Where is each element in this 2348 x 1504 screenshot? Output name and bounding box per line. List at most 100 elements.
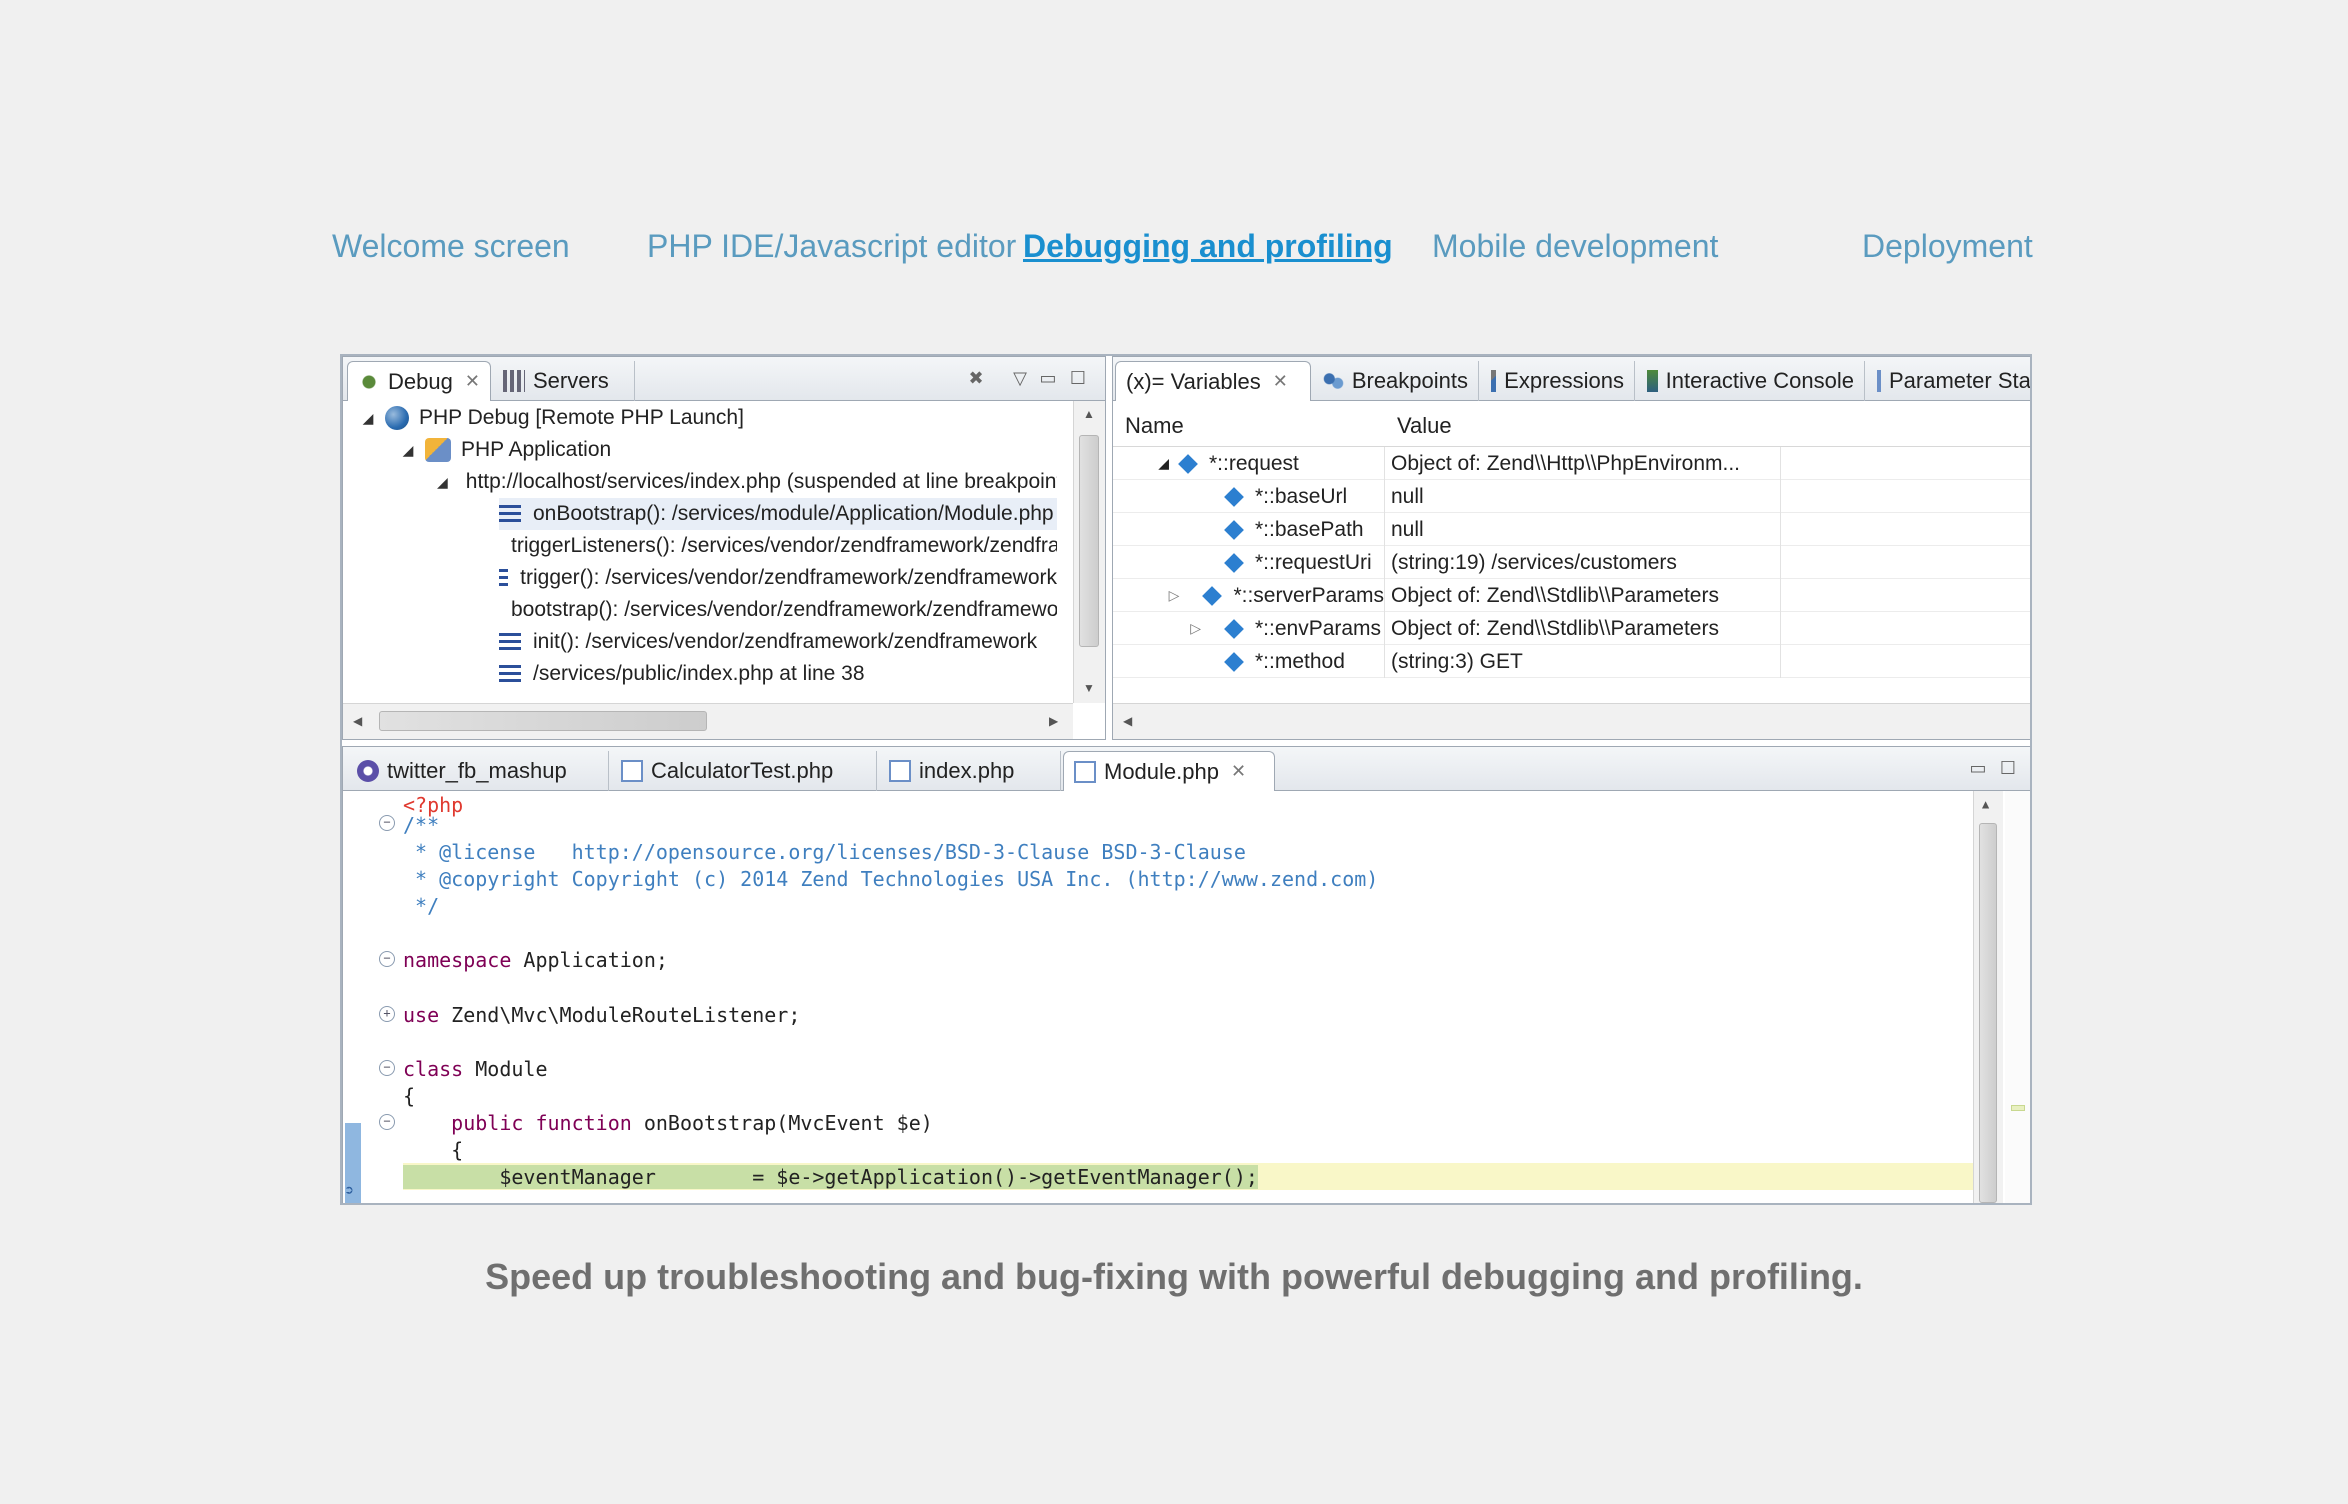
project-icon <box>357 760 379 782</box>
stack-frame[interactable]: init(): /services/vendor/zendframework/z… <box>499 626 1057 658</box>
view-menu-icon[interactable]: ▽ <box>1009 367 1031 389</box>
field-icon <box>1202 585 1223 606</box>
expanded-arrow-icon[interactable]: ◢ <box>399 442 417 459</box>
stack-frame-icon <box>499 633 521 651</box>
debug-vertical-scrollbar[interactable]: ▲ ▼ <box>1073 401 1105 703</box>
caption: Speed up troubleshooting and bug-fixing … <box>485 1256 1863 1297</box>
stack-frame-icon <box>499 505 521 523</box>
bug-icon <box>358 370 380 393</box>
fold-collapse-icon[interactable]: − <box>379 815 395 831</box>
stack-frame[interactable]: bootstrap(): /services/vendor/zendframew… <box>499 594 1057 626</box>
variable-row[interactable]: ▷ *::serverParams Object of: Zend\\Stdlib… <box>1113 579 2030 612</box>
ide-screenshot: Debug ✕ Servers ✖ ▽ ▭ ☐ ◢ PHP Debug [Rem… <box>340 354 2032 1205</box>
nav-php-ide[interactable]: PHP IDE/Javascript editor <box>647 228 1016 265</box>
maximize-icon[interactable]: ☐ <box>1067 367 1089 389</box>
variable-row[interactable]: *::method (string:3) GET <box>1113 645 2030 678</box>
tab-index-php[interactable]: index.php <box>879 751 1061 791</box>
current-line-highlight: $eventManager = $e->getApplication()->ge… <box>403 1163 1973 1190</box>
field-icon <box>1224 552 1244 573</box>
nav-welcome-screen[interactable]: Welcome screen <box>332 228 570 265</box>
nav-deployment[interactable]: Deployment <box>1862 228 2033 265</box>
stack-frame[interactable]: trigger(): /services/vendor/zendframewor… <box>499 562 1057 594</box>
field-icon <box>1224 618 1244 639</box>
code-editor[interactable]: ➲ <?php − /** * @license http://opensour… <box>343 791 2030 1203</box>
stack-frame[interactable]: onBootstrap(): /services/module/Applicat… <box>499 498 1057 530</box>
expanded-arrow-icon[interactable]: ◢ <box>1113 455 1169 472</box>
php-file-icon <box>889 760 911 782</box>
globe-icon <box>385 406 409 430</box>
current-line-arrow-icon: ➲ <box>345 1183 354 1199</box>
tab-calculatortest-php[interactable]: CalculatorTest.php <box>611 751 877 791</box>
minimize-icon[interactable]: ▭ <box>1037 367 1059 389</box>
php-file-icon <box>1074 760 1096 783</box>
tree-item[interactable]: ◢ PHP Application <box>399 434 611 466</box>
scroll-thumb[interactable] <box>1079 435 1099 647</box>
editor-pane: twitter_fb_mashup CalculatorTest.php ind… <box>342 746 2030 1203</box>
close-icon[interactable]: ✕ <box>1231 761 1246 782</box>
scroll-left-icon[interactable]: ◀ <box>1123 714 1132 728</box>
tab-interactive-console[interactable]: Interactive Console <box>1637 361 1865 401</box>
stack-frame[interactable]: /services/public/index.php at line 38 <box>499 658 1057 690</box>
php-application-icon <box>425 438 451 462</box>
tab-twitter-fb-mashup[interactable]: twitter_fb_mashup <box>347 751 609 791</box>
fold-collapse-icon[interactable]: − <box>379 1060 395 1076</box>
minimize-icon[interactable]: ▭ <box>1967 757 1989 779</box>
expanded-arrow-icon[interactable]: ◢ <box>359 410 377 427</box>
overview-ruler <box>2005 791 2030 1203</box>
expanded-arrow-icon[interactable]: ◢ <box>437 474 448 491</box>
field-icon <box>1224 486 1244 507</box>
variables-horizontal-scrollbar[interactable]: ◀ <box>1113 703 2030 739</box>
tab-breakpoints[interactable]: Breakpoints <box>1313 361 1479 401</box>
scroll-up-icon[interactable]: ▲ <box>1982 797 1989 811</box>
editor-vertical-scrollbar[interactable]: ▲ <box>1973 791 2003 1203</box>
variable-row[interactable]: *::baseUrl null <box>1113 480 2030 513</box>
nav-debugging-profiling[interactable]: Debugging and profiling <box>1023 228 1393 265</box>
servers-icon <box>503 370 525 392</box>
scroll-right-icon[interactable]: ▶ <box>1049 714 1058 728</box>
scroll-left-icon[interactable]: ◀ <box>353 714 362 728</box>
scroll-thumb[interactable] <box>379 711 707 731</box>
close-icon[interactable]: ✕ <box>1273 371 1288 392</box>
variable-row[interactable]: ◢ *::request Object of: Zend\\Http\\PhpEn… <box>1113 447 2030 480</box>
stack-frame-icon <box>499 665 521 683</box>
field-icon <box>1224 519 1244 540</box>
tab-servers[interactable]: Servers <box>493 361 635 401</box>
collapsed-arrow-icon[interactable]: ▷ <box>1113 587 1180 604</box>
collapsed-arrow-icon[interactable]: ▷ <box>1113 620 1201 637</box>
editor-tabbar: twitter_fb_mashup CalculatorTest.php ind… <box>343 747 2030 791</box>
annotation-marker[interactable] <box>2011 1105 2025 1111</box>
fold-collapse-icon[interactable]: − <box>379 1114 395 1130</box>
variable-row[interactable]: *::requestUri (string:19) /services/cust… <box>1113 546 2030 579</box>
tree-item[interactable]: ◢ http://localhost/services/index.php (s… <box>437 466 1057 498</box>
console-icon <box>1647 370 1658 392</box>
variables-tabbar: (x)= Variables ✕ Breakpoints Expressions… <box>1113 357 2030 401</box>
expressions-icon <box>1491 370 1497 392</box>
breakpoints-icon <box>1323 370 1344 392</box>
fold-collapse-icon[interactable]: − <box>379 951 395 967</box>
scroll-down-icon[interactable]: ▼ <box>1083 681 1095 695</box>
debug-pane: Debug ✕ Servers ✖ ▽ ▭ ☐ ◢ PHP Debug [Rem… <box>342 356 1106 740</box>
debug-horizontal-scrollbar[interactable]: ◀ ▶ <box>343 703 1073 739</box>
tab-expressions[interactable]: Expressions <box>1481 361 1635 401</box>
php-file-icon <box>1877 370 1881 392</box>
column-name-header[interactable]: Name <box>1125 413 1184 439</box>
maximize-icon[interactable]: ☐ <box>1997 757 2019 779</box>
php-file-icon <box>621 760 643 782</box>
column-value-header[interactable]: Value <box>1397 413 1452 439</box>
nav-mobile-development[interactable]: Mobile development <box>1432 228 1718 265</box>
stack-frame[interactable]: triggerListeners(): /services/vendor/zen… <box>499 530 1057 562</box>
tab-parameter-stack[interactable]: Parameter Stack <box>1867 361 2030 401</box>
feature-nav: Welcome screen PHP IDE/Javascript editor… <box>330 228 2033 276</box>
fold-expand-icon[interactable]: + <box>379 1006 395 1022</box>
tree-item[interactable]: ◢ PHP Debug [Remote PHP Launch] <box>359 402 744 434</box>
scroll-up-icon[interactable]: ▲ <box>1083 407 1095 421</box>
scroll-thumb[interactable] <box>1979 823 1997 1203</box>
variable-row[interactable]: ▷ *::envParams Object of: Zend\\Stdlib\\P… <box>1113 612 2030 645</box>
close-icon[interactable]: ✕ <box>465 371 480 392</box>
variable-row[interactable]: *::basePath null <box>1113 513 2030 546</box>
remove-terminated-icon[interactable]: ✖ <box>965 367 987 389</box>
tab-module-php[interactable]: Module.php ✕ <box>1063 751 1275 791</box>
variables-header: Name Value <box>1113 401 2030 447</box>
tab-variables[interactable]: (x)= Variables ✕ <box>1115 361 1311 401</box>
tab-debug[interactable]: Debug ✕ <box>347 361 491 401</box>
